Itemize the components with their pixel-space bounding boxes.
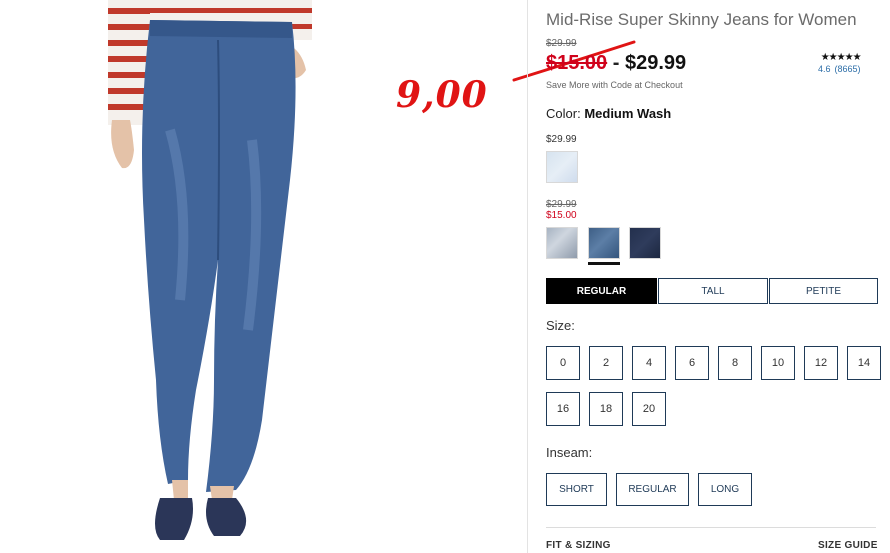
- selected-swatch-indicator: [588, 262, 620, 265]
- tab-petite[interactable]: PETITE: [769, 278, 878, 304]
- inseam-label: Inseam:: [546, 445, 593, 460]
- size-button-16[interactable]: 16: [546, 392, 580, 426]
- inseam-regular-button[interactable]: REGULAR: [616, 473, 689, 506]
- size-guide-link[interactable]: SIZE GUIDE: [818, 540, 878, 551]
- tab-regular[interactable]: REGULAR: [546, 278, 657, 304]
- swatch-group-sale-price: $15.00: [546, 210, 577, 221]
- swatch-medium-wash[interactable]: [588, 227, 620, 259]
- handwritten-price-annotation: 9,00: [396, 74, 488, 116]
- section-divider: [546, 527, 876, 528]
- selected-color-name: Medium Wash: [584, 106, 672, 121]
- swatch-dark-wash[interactable]: [629, 227, 661, 259]
- size-button-14[interactable]: 14: [847, 346, 881, 380]
- color-label-text: Color:: [546, 106, 581, 121]
- size-button-0[interactable]: 0: [546, 346, 580, 380]
- swatch-faded-wash[interactable]: [546, 227, 578, 259]
- current-price: $29.99: [624, 52, 687, 74]
- product-title: Mid-Rise Super Skinny Jeans for Women: [546, 10, 857, 29]
- swatch-light-wash[interactable]: [546, 151, 578, 183]
- sale-price: $15.00: [546, 52, 608, 74]
- fit-sizing-link[interactable]: FIT & SIZING: [546, 540, 611, 551]
- review-count[interactable]: (8665): [835, 64, 861, 74]
- promo-text: Save More with Code at Checkout: [546, 80, 683, 90]
- tab-tall[interactable]: TALL: [658, 278, 768, 304]
- size-label: Size:: [546, 318, 575, 333]
- size-button-2[interactable]: 2: [589, 346, 623, 380]
- swatch-group-original-price: $29.99: [546, 199, 577, 210]
- size-button-12[interactable]: 12: [804, 346, 838, 380]
- original-price: $29.99: [546, 38, 577, 49]
- size-button-10[interactable]: 10: [761, 346, 795, 380]
- fit-tabs: REGULAR TALL PETITE: [546, 278, 878, 304]
- star-rating-icon: ★★★★★: [820, 52, 862, 63]
- size-button-18[interactable]: 18: [589, 392, 623, 426]
- panel-divider: [527, 0, 528, 553]
- inseam-short-button[interactable]: SHORT: [546, 473, 607, 506]
- shoes: [155, 498, 247, 540]
- color-label: Color: Medium Wash: [546, 106, 671, 121]
- size-button-6[interactable]: 6: [675, 346, 709, 380]
- jeans: [142, 20, 296, 492]
- size-button-20[interactable]: 20: [632, 392, 666, 426]
- rating-values[interactable]: 4.6 (8665): [814, 64, 861, 74]
- inseam-long-button[interactable]: LONG: [698, 473, 752, 506]
- price-row: $15.00 - $29.99: [546, 52, 686, 75]
- size-button-8[interactable]: 8: [718, 346, 752, 380]
- product-rating[interactable]: ★★★★★ 4.6 (8665): [814, 52, 862, 74]
- price-separator: -: [612, 52, 620, 74]
- size-button-4[interactable]: 4: [632, 346, 666, 380]
- swatch-group-price: $29.99: [546, 134, 577, 145]
- rating-score[interactable]: 4.6: [818, 64, 831, 74]
